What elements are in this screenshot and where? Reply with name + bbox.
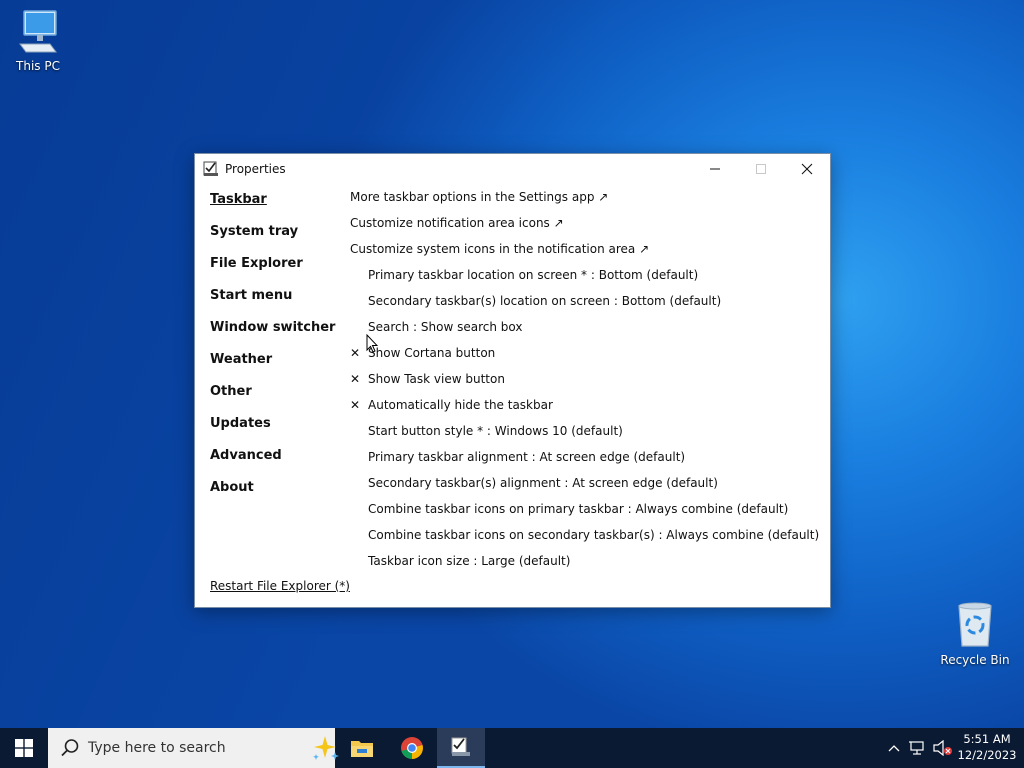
option-show-cortana-button[interactable]: ✕ Show Cortana button xyxy=(350,344,820,370)
link-notification-area-icons[interactable]: Customize notification area icons ↗ xyxy=(350,214,820,240)
nav-item-taskbar[interactable]: Taskbar xyxy=(210,192,340,224)
start-button[interactable] xyxy=(0,728,48,768)
title-bar[interactable]: Properties xyxy=(195,154,830,184)
taskbar-settings-panel: More taskbar options in the Settings app… xyxy=(350,188,820,578)
desktop-icon-label: Recycle Bin xyxy=(940,653,1010,667)
search-placeholder: Type here to search xyxy=(88,740,226,756)
folder-icon xyxy=(351,741,373,757)
properties-window: Properties Taskbar System tray File Expl… xyxy=(194,153,831,608)
nav-item-about[interactable]: About xyxy=(210,480,340,512)
option-secondary-taskbar-location[interactable]: Secondary taskbar(s) location on screen … xyxy=(350,292,820,318)
maximize-icon xyxy=(756,164,766,174)
taskbar-search-box[interactable]: Type here to search xyxy=(48,728,339,768)
nav-item-file-explorer[interactable]: File Explorer xyxy=(210,256,340,288)
link-system-icons[interactable]: Customize system icons in the notificati… xyxy=(350,240,820,266)
nav-item-updates[interactable]: Updates xyxy=(210,416,340,448)
clock-time: 5:51 AM xyxy=(963,732,1011,746)
properties-app-icon xyxy=(203,161,219,177)
option-search[interactable]: Search : Show search box xyxy=(350,318,820,344)
clock-date: 12/2/2023 xyxy=(957,748,1017,762)
option-show-task-view-button[interactable]: ✕ Show Task view button xyxy=(350,370,820,396)
option-combine-primary[interactable]: Combine taskbar icons on primary taskbar… xyxy=(350,500,820,526)
properties-app-icon xyxy=(451,737,470,756)
nav-item-system-tray[interactable]: System tray xyxy=(210,224,340,256)
link-taskbar-settings-app[interactable]: More taskbar options in the Settings app… xyxy=(350,188,820,214)
close-icon xyxy=(801,163,813,175)
nav-item-other[interactable]: Other xyxy=(210,384,340,416)
option-secondary-taskbar-alignment[interactable]: Secondary taskbar(s) alignment : At scre… xyxy=(350,474,820,500)
taskbar-clock[interactable]: 5:51 AM 12/2/2023 xyxy=(956,731,1018,763)
mouse-cursor-icon xyxy=(366,333,379,358)
taskbar-app-properties[interactable] xyxy=(437,728,485,768)
desktop-icon-this-pc[interactable]: This PC xyxy=(0,8,76,73)
option-start-button-style[interactable]: Start button style * : Windows 10 (defau… xyxy=(350,422,820,448)
checkmark-icon: ✕ xyxy=(350,346,361,360)
minimize-button[interactable] xyxy=(692,154,738,184)
nav-item-window-switcher[interactable]: Window switcher xyxy=(210,320,340,352)
maximize-button[interactable] xyxy=(738,154,784,184)
taskbar-app-chrome[interactable] xyxy=(388,728,436,768)
checkmark-icon: ✕ xyxy=(350,398,361,412)
option-auto-hide-taskbar[interactable]: ✕ Automatically hide the taskbar xyxy=(350,396,820,422)
nav-item-start-menu[interactable]: Start menu xyxy=(210,288,340,320)
chrome-icon xyxy=(401,737,423,759)
close-button[interactable] xyxy=(784,154,830,184)
option-taskbar-icon-size[interactable]: Taskbar icon size : Large (default) xyxy=(350,552,820,578)
recycle-bin-icon xyxy=(953,602,997,651)
option-primary-taskbar-alignment[interactable]: Primary taskbar alignment : At screen ed… xyxy=(350,448,820,474)
option-primary-taskbar-location[interactable]: Primary taskbar location on screen * : B… xyxy=(350,266,820,292)
desktop-icon-label: This PC xyxy=(16,59,60,73)
search-highlight-icon xyxy=(312,734,340,766)
desktop-icon-recycle-bin[interactable]: Recycle Bin xyxy=(937,600,1013,667)
search-icon xyxy=(60,738,80,762)
network-icon[interactable] xyxy=(906,728,930,768)
taskbar: Type here to search 5:51 AM 12/2/2023 xyxy=(0,728,1024,768)
windows-logo-icon xyxy=(15,739,33,757)
settings-nav: Taskbar System tray File Explorer Start … xyxy=(210,192,340,512)
option-combine-secondary[interactable]: Combine taskbar icons on secondary taskb… xyxy=(350,526,820,552)
nav-item-advanced[interactable]: Advanced xyxy=(210,448,340,480)
restart-file-explorer-link[interactable]: Restart File Explorer (*) xyxy=(210,579,350,593)
window-title: Properties xyxy=(225,162,286,176)
nav-item-weather[interactable]: Weather xyxy=(210,352,340,384)
volume-muted-icon[interactable] xyxy=(932,728,954,768)
checkmark-icon: ✕ xyxy=(350,372,361,386)
taskbar-app-file-explorer[interactable] xyxy=(338,728,386,768)
computer-icon xyxy=(16,10,60,57)
tray-chevron-up-icon[interactable] xyxy=(884,728,904,768)
minimize-icon xyxy=(710,168,720,170)
